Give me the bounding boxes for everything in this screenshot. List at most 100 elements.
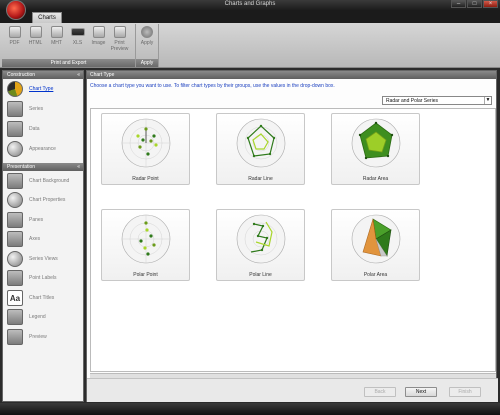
ribbon: PDF HTML MHT XLS Image Print Preview Pri… (0, 23, 500, 68)
mht-button[interactable]: MHT (47, 26, 66, 55)
chart-type-gallery: Radar Point Radar Line Radar Area Polar … (90, 108, 496, 372)
xls-button[interactable]: XLS (68, 26, 87, 55)
app-window: Charts and Graphs – □ × Charts PDF HTML … (0, 0, 500, 415)
chart-type-radar-area[interactable]: Radar Area (331, 113, 420, 185)
image-label: Image (91, 40, 106, 46)
sidebar-item-appearance[interactable]: Appearance (3, 139, 83, 159)
window-controls: – □ × (451, 0, 498, 8)
minimize-button[interactable]: – (451, 0, 466, 8)
chart-group-filter-dropdown[interactable]: Radar and Polar Series ▼ (382, 96, 492, 105)
chart-type-radar-point[interactable]: Radar Point (101, 113, 190, 185)
radar-point-thumbnail-icon (121, 118, 171, 168)
chart-type-icon (7, 81, 23, 97)
title-bar: Charts and Graphs – □ × (0, 0, 500, 10)
sidebar-item-chart-type[interactable]: Chart Type (3, 79, 83, 99)
image-icon (92, 26, 105, 38)
sidebar-item-chart-background[interactable]: Chart Background (3, 171, 83, 191)
sidebar-item-label: Chart Background (29, 177, 70, 184)
chart-type-polar-point[interactable]: Polar Point (101, 209, 190, 281)
ribbon-group-apply: Apply Apply (136, 24, 159, 67)
chart-background-icon (7, 172, 23, 189)
sidebar-item-label: Legend (29, 314, 46, 321)
collapse-chevron-icon[interactable]: « (77, 71, 80, 79)
pdf-button[interactable]: PDF (5, 26, 24, 55)
wizard-footer: Back Next Finish (87, 378, 498, 402)
image-button[interactable]: Image (89, 26, 108, 55)
chart-type-label: Radar Line (248, 176, 273, 182)
radar-line-thumbnail-icon (236, 118, 286, 168)
xls-label: XLS (72, 40, 83, 46)
sidebar-item-panes[interactable]: Panes (3, 210, 83, 230)
section-header-construction[interactable]: Construction « (3, 71, 83, 79)
tab-charts[interactable]: Charts (32, 12, 62, 23)
chart-type-polar-line[interactable]: Polar Line (216, 209, 305, 281)
magnifier-icon (7, 250, 23, 267)
radar-area-thumbnail-icon (351, 118, 401, 168)
mht-label: MHT (51, 40, 62, 46)
sidebar-item-label: Chart Type (29, 86, 54, 92)
sidebar-item-preview[interactable]: Preview (3, 327, 83, 347)
instruction-text: Choose a chart type you want to use. To … (90, 83, 335, 89)
polar-area-thumbnail-icon (351, 214, 401, 264)
back-button[interactable]: Back (364, 387, 396, 397)
apply-label: Apply (140, 40, 154, 46)
panes-icon (7, 211, 23, 228)
sidebar-item-label: Point Labels (29, 275, 57, 282)
ribbon-group-print-export: PDF HTML MHT XLS Image Print Preview Pri… (2, 24, 136, 67)
main-panel: Chart Type Choose a chart type you want … (86, 70, 498, 402)
chart-type-label: Radar Area (362, 176, 389, 182)
axes-icon (7, 231, 23, 248)
app-menu-orb-icon[interactable] (6, 0, 26, 20)
appearance-icon (7, 141, 23, 157)
chart-type-radar-line[interactable]: Radar Line (216, 113, 305, 185)
sidebar-item-axes[interactable]: Axes (3, 230, 83, 250)
window-title: Charts and Graphs (224, 1, 276, 7)
labels-icon (7, 270, 23, 287)
ribbon-group-label: Print and Export (2, 59, 135, 67)
sidebar-item-chart-properties[interactable]: Chart Properties (3, 191, 83, 211)
sidebar-item-chart-titles[interactable]: Aa Chart Titles (3, 288, 83, 308)
chart-type-label: Polar Line (249, 272, 272, 278)
data-table-icon (7, 121, 23, 137)
ribbon-group-label: Apply (136, 59, 158, 67)
sidebar-item-point-labels[interactable]: Point Labels (3, 269, 83, 289)
sidebar-item-label: Series Views (29, 255, 58, 262)
gear-icon (7, 192, 23, 209)
finish-button[interactable]: Finish (449, 387, 481, 397)
sidebar-item-data[interactable]: Data (3, 119, 83, 139)
series-icon (7, 101, 23, 117)
preview-icon (7, 328, 23, 345)
sidebar-item-label: Preview (29, 333, 47, 340)
next-button[interactable]: Next (405, 387, 437, 397)
sidebar-item-legend[interactable]: Legend (3, 308, 83, 328)
dropdown-arrow-icon[interactable]: ▼ (484, 97, 491, 104)
chart-type-label: Polar Area (363, 272, 388, 278)
chart-type-label: Polar Point (133, 272, 158, 278)
panel-title: Chart Type (87, 71, 496, 79)
sidebar-item-label: Series (29, 106, 44, 112)
close-button[interactable]: × (483, 0, 498, 8)
sidebar-item-series-views[interactable]: Series Views (3, 249, 83, 269)
chart-type-label: Radar Point (132, 176, 159, 182)
print-preview-label: Print Preview (110, 40, 129, 52)
sidebar: Construction « Chart Type Series Data Ap… (2, 70, 84, 402)
sidebar-item-label: Appearance (29, 146, 56, 152)
sidebar-item-series[interactable]: Series (3, 99, 83, 119)
section-header-presentation[interactable]: Presentation « (3, 163, 83, 171)
maximize-button[interactable]: □ (467, 0, 482, 8)
apply-button[interactable]: Apply (139, 26, 155, 55)
legend-icon (7, 309, 23, 326)
chart-titles-icon: Aa (7, 289, 23, 306)
xls-icon (70, 28, 85, 36)
sidebar-item-label: Chart Properties (29, 197, 66, 204)
print-preview-button[interactable]: Print Preview (110, 26, 129, 55)
section-title: Construction (7, 72, 36, 78)
html-button[interactable]: HTML (26, 26, 45, 55)
sidebar-item-label: Data (29, 126, 40, 132)
mht-icon (50, 26, 63, 38)
collapse-chevron-icon[interactable]: « (77, 163, 80, 171)
polar-point-thumbnail-icon (121, 214, 171, 264)
apply-icon (141, 26, 153, 38)
polar-line-thumbnail-icon (236, 214, 286, 264)
chart-type-polar-area[interactable]: Polar Area (331, 209, 420, 281)
